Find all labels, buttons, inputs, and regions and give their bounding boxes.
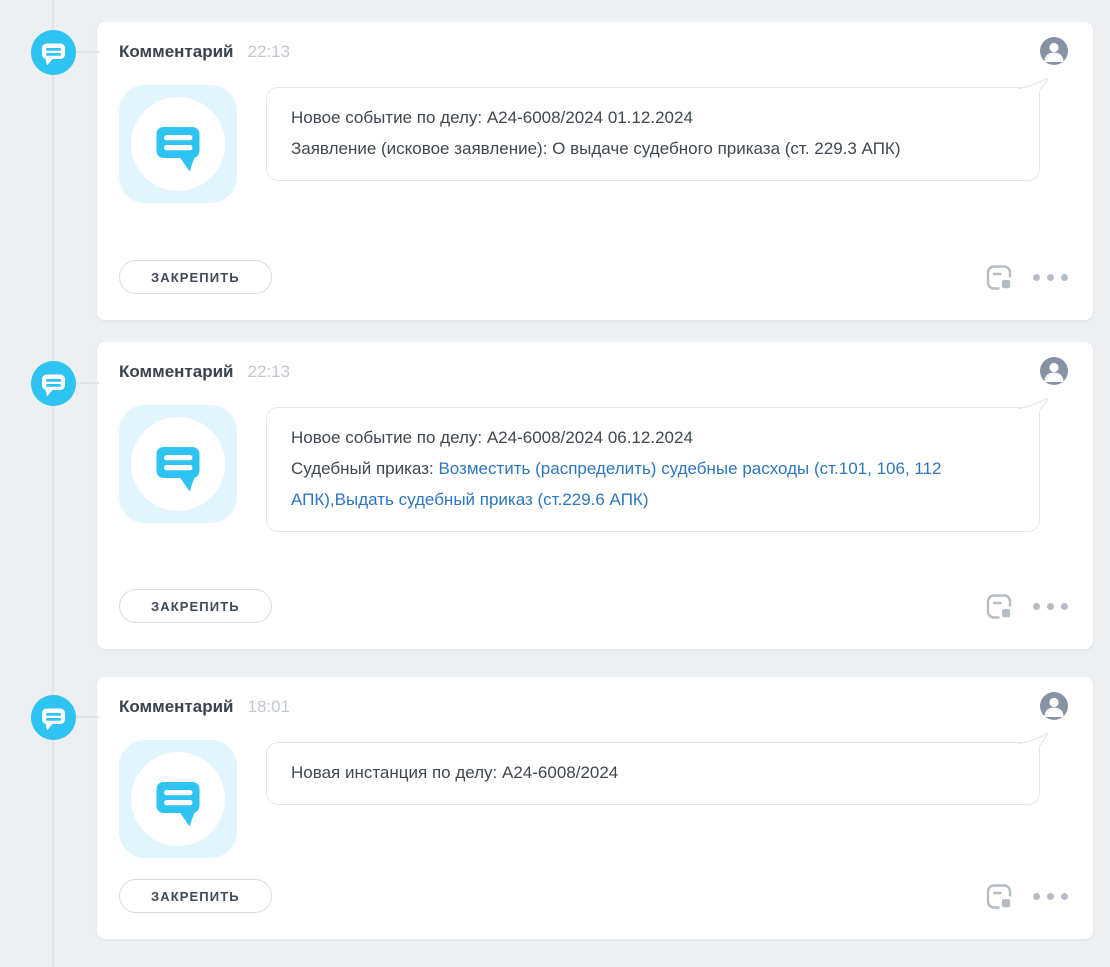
comment-type-tile (119, 85, 237, 203)
footer-icons (986, 883, 1068, 910)
comment-card: Комментарий 22:13 (97, 22, 1093, 320)
chat-bubble-icon (31, 695, 76, 740)
comment-feed: Комментарий 22:13 (97, 0, 1093, 939)
card-header: Комментарий 22:13 (119, 38, 1068, 66)
person-icon (1040, 692, 1068, 720)
pin-button[interactable]: ЗАКРЕПИТЬ (119, 879, 272, 913)
person-icon (1040, 37, 1068, 65)
footer-icons (986, 593, 1068, 620)
comment-type-tile (119, 740, 237, 858)
card-body: Новое событие по делу: А24-6008/2024 01.… (119, 85, 1068, 203)
comment-card: Комментарий 22:13 (97, 342, 1093, 649)
ellipsis-icon[interactable] (1033, 603, 1068, 610)
footer-icons (986, 264, 1068, 291)
message-text: Новая инстанция по делу: А24-6008/2024 (291, 757, 1015, 788)
timeline-connector (75, 716, 99, 718)
timeline-connector (75, 382, 99, 384)
card-footer: ЗАКРЕПИТЬ (119, 879, 1068, 913)
ellipsis-icon[interactable] (1033, 893, 1068, 900)
message-text-segment: Новое событие по делу: А24-6008/2024 01.… (291, 108, 693, 127)
card-type-label: Комментарий (119, 42, 233, 62)
bubble-tail (1018, 398, 1048, 420)
pin-button[interactable]: ЗАКРЕПИТЬ (119, 589, 272, 623)
note-icon[interactable] (986, 593, 1013, 620)
note-icon[interactable] (986, 883, 1013, 910)
bubble-tail (1018, 733, 1048, 755)
message-text-segment: Судебный приказ: (291, 459, 438, 478)
timeline-comment-node (31, 361, 76, 406)
comment-type-tile (119, 405, 237, 523)
message-bubble: Новое событие по делу: А24-6008/2024 06.… (266, 407, 1040, 532)
person-icon (1040, 357, 1068, 385)
chat-bubble-icon (119, 85, 237, 203)
card-header: Комментарий 22:13 (119, 358, 1068, 386)
message-text-segment: Новое событие по делу: А24-6008/2024 06.… (291, 428, 693, 447)
timeline-comment-node (31, 30, 76, 75)
chat-bubble-icon (31, 30, 76, 75)
bubble-tail (1018, 78, 1048, 100)
ellipsis-icon[interactable] (1033, 274, 1068, 281)
message-text: Новое событие по делу: А24-6008/2024 01.… (291, 102, 1015, 164)
message-bubble: Новая инстанция по делу: А24-6008/2024 (266, 742, 1040, 805)
pin-button[interactable]: ЗАКРЕПИТЬ (119, 260, 272, 294)
message-text-segment: Заявление (исковое заявление): О выдаче … (291, 139, 900, 158)
note-icon[interactable] (986, 264, 1013, 291)
card-body: Новое событие по делу: А24-6008/2024 06.… (119, 405, 1068, 532)
card-timestamp: 22:13 (247, 42, 290, 62)
chat-bubble-icon (119, 740, 237, 858)
timeline-connector (75, 51, 99, 53)
timeline-line (52, 0, 54, 967)
card-timestamp: 22:13 (247, 362, 290, 382)
card-type-label: Комментарий (119, 362, 233, 382)
comment-timeline-page: Комментарий 22:13 (0, 0, 1110, 967)
timeline-comment-node (31, 695, 76, 740)
comment-card: Комментарий 18:01 (97, 677, 1093, 939)
message-text: Новое событие по делу: А24-6008/2024 06.… (291, 422, 1015, 515)
message-bubble: Новое событие по делу: А24-6008/2024 01.… (266, 87, 1040, 181)
card-timestamp: 18:01 (247, 697, 290, 717)
card-body: Новая инстанция по делу: А24-6008/2024 (119, 740, 1068, 858)
chat-bubble-icon (31, 361, 76, 406)
card-footer: ЗАКРЕПИТЬ (119, 260, 1068, 294)
chat-bubble-icon (119, 405, 237, 523)
card-type-label: Комментарий (119, 697, 233, 717)
card-footer: ЗАКРЕПИТЬ (119, 589, 1068, 623)
card-header: Комментарий 18:01 (119, 693, 1068, 721)
message-text-segment: Новая инстанция по делу: А24-6008/2024 (291, 763, 618, 782)
